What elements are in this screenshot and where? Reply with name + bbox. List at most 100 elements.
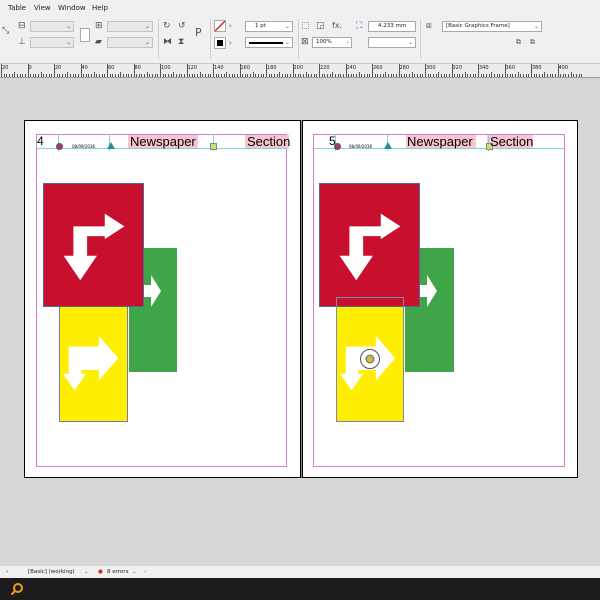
menu-help[interactable]: Help (92, 4, 108, 12)
object-style-dropdown[interactable]: [Basic Graphics Frame] ⌄ (442, 21, 542, 32)
ruler-tick (133, 64, 135, 77)
page-left[interactable]: 4 08/09/2036 Newspaper Section (24, 120, 301, 478)
flip-horizontal-icon[interactable]: ⧓ (163, 37, 172, 47)
yellow-graphic-frame[interactable] (59, 306, 128, 422)
header-section[interactable]: Section (247, 134, 290, 149)
height-field[interactable]: ⌄ (30, 37, 74, 48)
page-right[interactable]: 5 08/09/2036 Newspaper Section (302, 120, 578, 478)
ruler-tick (364, 74, 366, 77)
ruler-tick (144, 74, 146, 77)
effects-icon[interactable]: fx. (332, 21, 342, 31)
ruler-tick (308, 74, 310, 77)
red-graphic-frame[interactable] (43, 183, 144, 307)
ruler-tick (546, 74, 548, 77)
ruler-tick (255, 74, 257, 77)
ruler-tick (260, 74, 262, 77)
ruler-tick (205, 74, 207, 77)
ruler-tick (446, 74, 448, 77)
ruler-tick (414, 74, 416, 77)
menu-window[interactable]: Window (58, 4, 86, 12)
stroke-menu-icon[interactable]: › (229, 38, 232, 48)
ruler-tick (109, 74, 111, 77)
ruler-tick (409, 74, 411, 77)
preflight-profile[interactable]: [Basic] (working) (28, 569, 75, 575)
ruler-label: 160 (240, 65, 251, 71)
ruler-tick (406, 74, 408, 77)
ruler-tick (369, 74, 371, 77)
ruler-tick (199, 72, 201, 77)
marker-dot (56, 143, 63, 150)
shear-field[interactable]: ⌄ (107, 37, 153, 48)
ruler-tick (83, 74, 85, 77)
direct-select-icon[interactable]: ⤡ (2, 26, 9, 36)
ruler-tick (32, 74, 34, 77)
opacity-field[interactable]: 100% › (312, 37, 352, 48)
ruler-tick (154, 74, 156, 77)
ruler-tick (228, 74, 230, 77)
fill-menu-icon[interactable]: › (229, 21, 232, 31)
ruler-label: 280 (399, 65, 410, 71)
constrain-proportions-icon[interactable] (80, 28, 90, 42)
drop-shadow-icon[interactable]: ◲ (316, 21, 325, 31)
turn-arrow-icon (339, 213, 401, 281)
stroke-weight-field[interactable]: 1 pt ⌄ (245, 21, 293, 32)
ruler-tick (480, 74, 482, 77)
ruler-tick (96, 74, 98, 77)
content-grabber-icon[interactable] (359, 348, 381, 370)
ruler-tick (38, 74, 40, 77)
ruler-tick (417, 74, 419, 77)
corner-field[interactable]: ⌄ (368, 37, 416, 48)
page-number[interactable]: 4 (37, 134, 44, 148)
header-section[interactable]: Section (490, 134, 533, 149)
style-options-icon[interactable]: ⧉ (530, 37, 535, 47)
marker-square (210, 143, 217, 150)
ruler-tick (61, 74, 63, 77)
menu-view[interactable]: View (34, 4, 51, 12)
status-arrow-icon[interactable]: ‹ (144, 569, 146, 575)
scale-x-field[interactable]: ⌄ (107, 21, 153, 32)
horizontal-ruler[interactable]: 20 0 20 40 60 80 100 120 140 160 180 200 220 240 260 28… (0, 64, 600, 78)
header-date[interactable]: 08/09/2036 (349, 144, 372, 149)
ruler-tick (451, 64, 453, 77)
stroke-swatch[interactable] (214, 37, 226, 49)
ruler-tick (496, 74, 498, 77)
width-icon: ⊟ (18, 21, 26, 31)
ruler-tick (276, 74, 278, 77)
ruler-label: 100 (161, 65, 171, 71)
menu-table[interactable]: Table (8, 4, 26, 12)
flip-vertical-icon[interactable]: ⧗ (178, 37, 184, 47)
ruler-tick (350, 74, 352, 77)
ruler-tick (99, 74, 101, 77)
ruler-tick (295, 74, 297, 77)
ruler-tick (332, 72, 334, 77)
header-title[interactable]: Newspaper (130, 134, 196, 149)
fitting-icon[interactable]: ⛶ (356, 21, 362, 31)
rotate-ccw-icon[interactable]: ↺ (178, 21, 186, 31)
stroke-frame-icon[interactable]: ⬚ (301, 21, 310, 31)
profile-dropdown-icon[interactable]: ⌄ (84, 569, 89, 575)
paragraph-icon[interactable]: P (195, 27, 202, 38)
fill-none-swatch[interactable] (214, 20, 226, 32)
clear-overrides-icon[interactable]: ⧉ (516, 37, 521, 47)
ruler-tick (152, 74, 154, 77)
ruler-tick (289, 74, 291, 77)
search-icon[interactable] (10, 582, 24, 596)
errors-dropdown-icon[interactable]: ⌄ (132, 569, 137, 575)
width-field[interactable]: ⌄ (30, 21, 74, 32)
stroke-type-field[interactable]: ⌄ (245, 37, 293, 48)
dimension-field[interactable]: 4.233 mm (368, 21, 416, 32)
red-graphic-frame[interactable] (319, 183, 420, 307)
error-count[interactable]: 8 errors (107, 569, 128, 575)
ruler-tick (220, 74, 222, 77)
ruler-tick (122, 74, 124, 77)
ruler-tick (483, 74, 485, 77)
header-date[interactable]: 08/09/2036 (72, 144, 95, 149)
document-canvas[interactable]: 4 08/09/2036 Newspaper Section 5 08/09/2… (0, 79, 600, 566)
ruler-tick (385, 72, 387, 77)
rotate-cw-icon[interactable]: ↻ (163, 21, 171, 31)
status-bar: › [Basic] (working) ⌄ ● 8 errors ⌄ ‹ (0, 566, 600, 578)
ruler-tick (528, 74, 530, 77)
ruler-tick (128, 74, 130, 77)
header-title[interactable]: Newspaper (407, 134, 473, 149)
page-nav-arrow-icon[interactable]: › (6, 569, 8, 575)
